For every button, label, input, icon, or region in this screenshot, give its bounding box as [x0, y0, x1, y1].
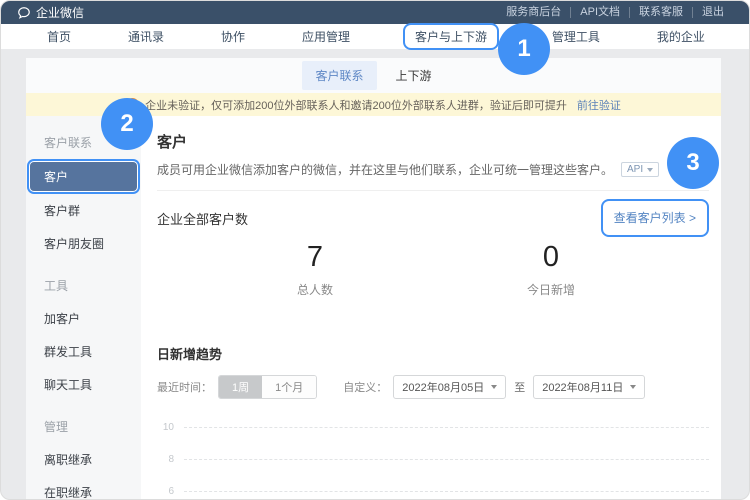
time-range-toggle: 1周 1个月 — [218, 375, 317, 399]
nav-item-my-company[interactable]: 我的企业 — [655, 25, 707, 48]
chart-grid-row: 6 — [157, 475, 709, 500]
sidebar-item-broadcast-tools[interactable]: 群发工具 — [26, 335, 141, 368]
date-to-label: 至 — [514, 379, 525, 395]
topbar: 企业微信 服务商后台 API文档 联系客服 退出 — [1, 1, 749, 24]
caret-down-icon — [647, 168, 653, 172]
logo-link[interactable]: 企业微信 — [17, 4, 84, 21]
stat-total-value: 7 — [197, 241, 433, 274]
tab-supply-chain[interactable]: 上下游 — [383, 61, 445, 90]
nav-item-contacts[interactable]: 通讯录 — [126, 25, 166, 48]
stat-today-new-value: 0 — [433, 241, 669, 274]
trend-chart: 10 8 6 4 — [157, 411, 709, 500]
chart-grid-row: 8 — [157, 443, 709, 475]
page-title: 客户 — [157, 131, 709, 152]
stat-total-label: 总人数 — [197, 281, 433, 298]
date-from-value: 2022年08月05日 — [402, 379, 484, 395]
trend-title: 日新增趋势 — [157, 344, 709, 363]
date-from-select[interactable]: 2022年08月05日 — [393, 375, 506, 399]
stats-header: 企业全部客户数 查看客户列表 > — [157, 195, 709, 241]
caret-down-icon — [630, 385, 636, 389]
stat-today-new-label: 今日新增 — [433, 281, 669, 298]
view-customer-list-highlight: 查看客户列表 > — [601, 199, 709, 237]
nav-item-management-tools[interactable]: 管理工具 — [550, 25, 602, 48]
date-to-select[interactable]: 2022年08月11日 — [533, 375, 645, 399]
content-body: 客户联系 客户 客户群 客户朋友圈 工具 加客户 群发工具 聊天工具 管理 离职… — [26, 116, 721, 499]
sidebar-item-add-customers[interactable]: 加客户 — [26, 302, 141, 335]
nav-item-app-management[interactable]: 应用管理 — [300, 25, 352, 48]
chart-gridline — [184, 427, 709, 428]
link-provider-console[interactable]: 服务商后台 — [497, 7, 570, 18]
y-axis-tick: 6 — [157, 486, 174, 497]
go-verify-link[interactable]: 前往验证 — [577, 97, 621, 113]
link-api-docs[interactable]: API文档 — [570, 7, 629, 18]
chart-grid-row: 10 — [157, 411, 709, 443]
stats-title: 企业全部客户数 — [157, 209, 248, 228]
sidebar-item-customer-moments[interactable]: 客户朋友圈 — [26, 227, 141, 260]
sidebar-section-tools: 工具 — [26, 269, 141, 302]
chart-gridline — [184, 491, 709, 492]
wework-logo-icon — [17, 6, 31, 20]
stat-today-new: 0 今日新增 — [433, 241, 669, 298]
main-panel: 客户 成员可用企业微信添加客户的微信，并在这里与他们联系，企业可统一管理这些客户… — [141, 116, 721, 499]
toggle-1-month[interactable]: 1个月 — [262, 376, 316, 398]
callout-step-1: 1 — [498, 23, 550, 75]
tab-customer-contact[interactable]: 客户联系 — [302, 61, 376, 90]
y-axis-tick: 10 — [157, 422, 174, 433]
topbar-links: 服务商后台 API文档 联系客服 退出 — [497, 7, 733, 18]
sidebar-item-customer-groups[interactable]: 客户群 — [26, 194, 141, 227]
caret-down-icon — [491, 385, 497, 389]
toggle-1-week[interactable]: 1周 — [219, 376, 262, 398]
api-label: API — [627, 164, 643, 175]
chart-gridline — [184, 459, 709, 460]
section-divider — [157, 190, 709, 191]
callout-step-2: 2 — [101, 98, 153, 150]
sidebar-item-chat-tools[interactable]: 聊天工具 — [26, 368, 141, 401]
nav-item-home[interactable]: 首页 — [45, 25, 73, 48]
stats-row: 7 总人数 0 今日新增 — [157, 241, 709, 298]
trend-controls: 最近时间： 1周 1个月 自定义： 2022年08月05日 至 2022年08月… — [157, 375, 709, 399]
main-nav: 首页 通讯录 协作 应用管理 客户与上下游 管理工具 我的企业 — [1, 24, 749, 49]
sidebar-section-management: 管理 — [26, 410, 141, 443]
date-to-value: 2022年08月11日 — [542, 379, 623, 395]
nav-item-collaboration[interactable]: 协作 — [219, 25, 247, 48]
wework-admin-window: 企业微信 服务商后台 API文档 联系客服 退出 首页 通讯录 协作 应用管理 … — [0, 0, 750, 500]
sidebar-item-active-handover[interactable]: 在职继承 — [26, 476, 141, 500]
sidebar: 客户联系 客户 客户群 客户朋友圈 工具 加客户 群发工具 聊天工具 管理 离职… — [26, 116, 141, 499]
page-description: 成员可用企业微信添加客户的微信，并在这里与他们联系，企业可统一管理这些客户。 — [157, 161, 613, 178]
recent-time-label: 最近时间： — [157, 379, 212, 395]
sidebar-item-customers[interactable]: 客户 — [30, 162, 137, 191]
custom-range-label: 自定义： — [343, 379, 387, 395]
api-dropdown-button[interactable]: API — [621, 162, 659, 177]
logo-text: 企业微信 — [36, 4, 84, 21]
view-customer-list-link[interactable]: 查看客户列表 > — [614, 211, 696, 225]
banner-text: 企业未验证，仅可添加200位外部联系人和邀请200位外部联系人进群，验证后即可提… — [145, 97, 567, 113]
link-contact-support[interactable]: 联系客服 — [629, 7, 692, 18]
nav-item-customers-supply-chain[interactable]: 客户与上下游 — [405, 25, 497, 48]
tab-row: 客户联系 上下游 — [26, 58, 721, 93]
page-description-row: 成员可用企业微信添加客户的微信，并在这里与他们联系，企业可统一管理这些客户。 A… — [157, 161, 709, 178]
link-logout[interactable]: 退出 — [692, 7, 733, 18]
callout-step-3: 3 — [667, 137, 719, 189]
y-axis-tick: 8 — [157, 454, 174, 465]
sidebar-item-resigned-handover[interactable]: 离职继承 — [26, 443, 141, 476]
stat-total: 7 总人数 — [197, 241, 433, 298]
